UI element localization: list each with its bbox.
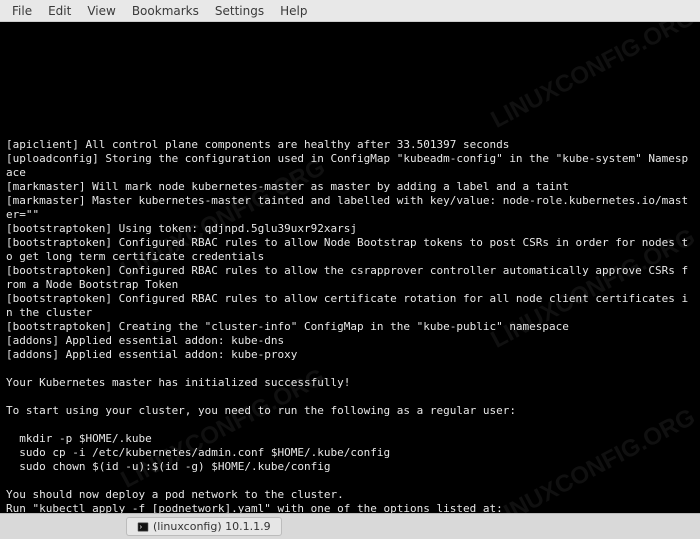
- menu-file[interactable]: File: [4, 2, 40, 20]
- terminal-line: [6, 474, 694, 488]
- menubar: File Edit View Bookmarks Settings Help: [0, 0, 700, 22]
- terminal-line: [addons] Applied essential addon: kube-p…: [6, 348, 694, 362]
- terminal-output: [apiclient] All control plane components…: [6, 138, 694, 513]
- terminal-line: [bootstraptoken] Configured RBAC rules t…: [6, 292, 694, 320]
- terminal-line: [addons] Applied essential addon: kube-d…: [6, 334, 694, 348]
- terminal-line: [uploadconfig] Storing the configuration…: [6, 152, 694, 180]
- terminal-line: To start using your cluster, you need to…: [6, 404, 694, 418]
- terminal[interactable]: LINUXCONFIG.ORG LINUXCONFIG.ORG LINUXCON…: [0, 22, 700, 513]
- terminal-line: Run "kubectl apply -f [podnetwork].yaml"…: [6, 502, 694, 513]
- menu-view[interactable]: View: [79, 2, 123, 20]
- terminal-line: [6, 390, 694, 404]
- watermark: LINUXCONFIG.ORG: [490, 22, 697, 128]
- terminal-line: Your Kubernetes master has initialized s…: [6, 376, 694, 390]
- terminal-line: mkdir -p $HOME/.kube: [6, 432, 694, 446]
- terminal-line: [bootstraptoken] Using token: qdjnpd.5gl…: [6, 222, 694, 236]
- taskbar: (linuxconfig) 10.1.1.9: [0, 513, 700, 539]
- menu-bookmarks[interactable]: Bookmarks: [124, 2, 207, 20]
- terminal-line: sudo cp -i /etc/kubernetes/admin.conf $H…: [6, 446, 694, 460]
- terminal-line: [6, 362, 694, 376]
- terminal-line: [markmaster] Will mark node kubernetes-m…: [6, 180, 694, 194]
- menu-edit[interactable]: Edit: [40, 2, 79, 20]
- terminal-line: sudo chown $(id -u):$(id -g) $HOME/.kube…: [6, 460, 694, 474]
- terminal-line: [bootstraptoken] Configured RBAC rules t…: [6, 264, 694, 292]
- taskbar-task-label: (linuxconfig) 10.1.1.9: [153, 520, 271, 533]
- terminal-line: You should now deploy a pod network to t…: [6, 488, 694, 502]
- terminal-line: [apiclient] All control plane components…: [6, 138, 694, 152]
- terminal-line: [markmaster] Master kubernetes-master ta…: [6, 194, 694, 222]
- taskbar-task[interactable]: (linuxconfig) 10.1.1.9: [126, 517, 282, 536]
- menu-settings[interactable]: Settings: [207, 2, 272, 20]
- terminal-line: [6, 418, 694, 432]
- terminal-line: [bootstraptoken] Configured RBAC rules t…: [6, 236, 694, 264]
- terminal-line: [bootstraptoken] Creating the "cluster-i…: [6, 320, 694, 334]
- terminal-icon: [137, 521, 149, 533]
- menu-help[interactable]: Help: [272, 2, 315, 20]
